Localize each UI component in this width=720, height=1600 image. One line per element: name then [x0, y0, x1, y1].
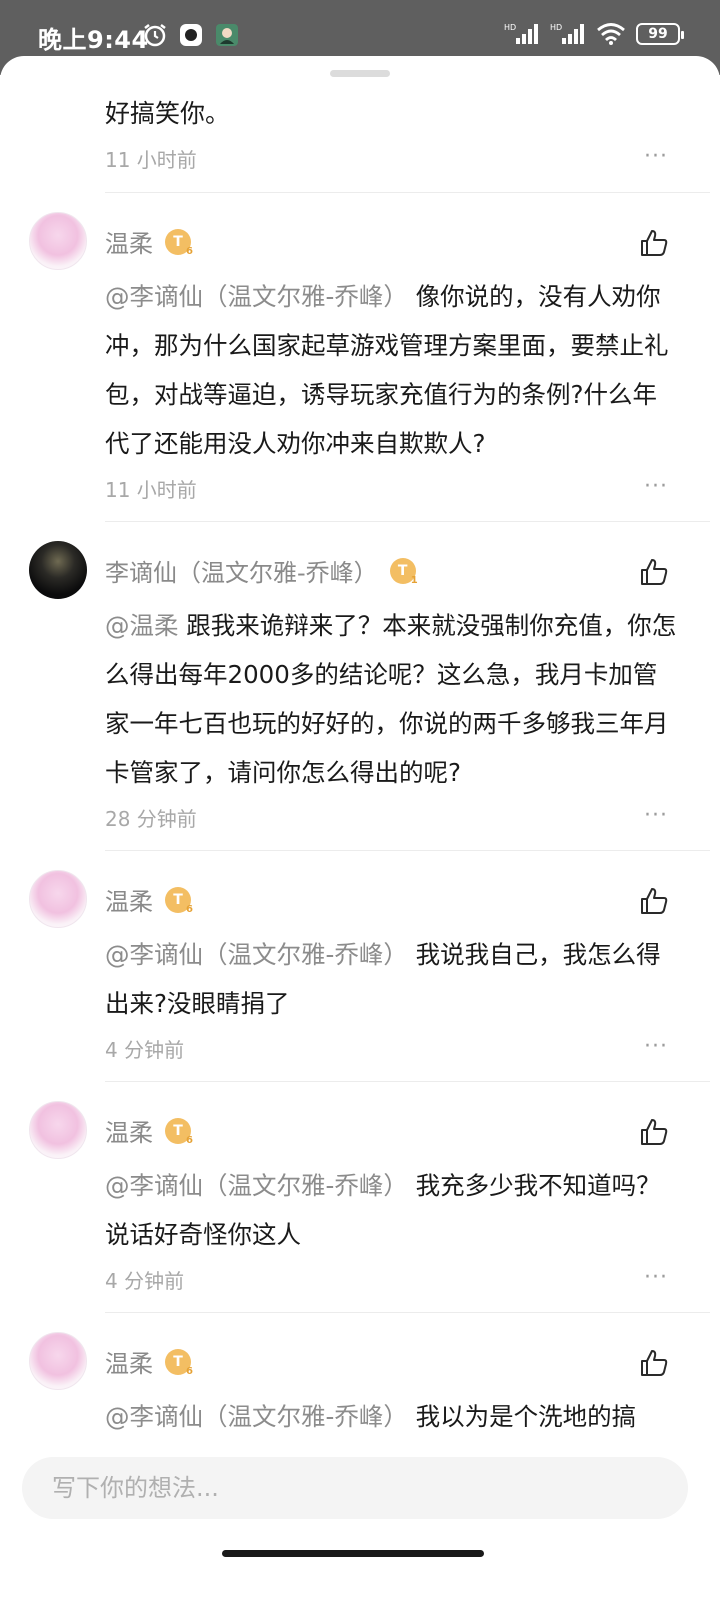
thumbs-up-icon[interactable] [639, 228, 669, 258]
avatar[interactable] [29, 541, 87, 599]
thumbs-up-icon[interactable] [639, 1348, 669, 1378]
thumbs-up-icon[interactable] [639, 886, 669, 916]
level-badge-icon: T1 [389, 557, 418, 586]
thumbs-up-icon[interactable] [639, 1117, 669, 1147]
username[interactable]: 温柔 [105, 882, 153, 917]
mention-link[interactable]: @李谪仙（温文尔雅-乔峰） [105, 940, 408, 969]
status-right: HD HD 99 [504, 22, 684, 46]
comment-header: 李谪仙（温文尔雅-乔峰） T1 [105, 553, 418, 588]
username[interactable]: 温柔 [105, 224, 153, 259]
previous-comment-time: 11 小时前 [105, 148, 197, 172]
badge-letter: T [173, 1353, 183, 1370]
alarm-icon [144, 24, 166, 47]
avatar[interactable] [29, 870, 87, 928]
username[interactable]: 李谪仙（温文尔雅-乔峰） [105, 553, 378, 588]
comment-header: 温柔 T6 [105, 224, 193, 259]
comment-body: @李谪仙（温文尔雅-乔峰） 我充多少我不知道吗？说话好奇怪你这人 [105, 1161, 680, 1259]
username[interactable]: 温柔 [105, 1113, 153, 1148]
comment-time: 28 分钟前 [105, 807, 197, 831]
comment-body: @李谪仙（温文尔雅-乔峰） 我说我自己，我怎么得出来?没眼睛捐了 [105, 930, 680, 1028]
mention-link[interactable]: @李谪仙（温文尔雅-乔峰） [105, 1171, 408, 1200]
divider [105, 1081, 710, 1082]
badge-level: 6 [186, 1365, 193, 1377]
home-indicator[interactable] [222, 1550, 484, 1557]
more-options-button[interactable]: ··· [644, 1036, 668, 1058]
mention-link[interactable]: @李谪仙（温文尔雅-乔峰） [105, 282, 408, 311]
comment-header: 温柔 T6 [105, 1113, 193, 1148]
badge-level: 6 [186, 903, 193, 915]
level-badge-icon: T6 [165, 228, 193, 257]
svg-text:HD: HD [504, 23, 516, 32]
badge-letter: T [173, 891, 183, 908]
comment-header: 温柔 T6 [105, 1344, 193, 1379]
wifi-icon [597, 23, 625, 45]
mention-link[interactable]: @李谪仙（温文尔雅-乔峰） [105, 1402, 408, 1431]
avatar-notification-icon [216, 24, 238, 46]
badge-letter: T [173, 1122, 183, 1139]
badge-level: 6 [186, 245, 193, 257]
divider [105, 521, 710, 522]
badge-letter: T [173, 233, 183, 250]
comment-input-bar: 写下你的想法... [0, 1434, 720, 1600]
avatar[interactable] [29, 1332, 87, 1390]
avatar[interactable] [29, 1101, 87, 1159]
level-badge-icon: T6 [165, 886, 193, 915]
svg-text:HD: HD [550, 23, 562, 32]
divider [105, 192, 710, 193]
comment-body: @温柔 跟我来诡辩来了？本来就没强制你充值，你怎么得出每年2000多的结论呢？这… [105, 601, 680, 797]
comment-time: 4 分钟前 [105, 1038, 185, 1062]
signal-icon-2: HD [550, 23, 584, 44]
comment-text: 跟我来诡辩来了？本来就没强制你充值，你怎么得出每年2000多的结论呢？这么急，我… [105, 611, 677, 787]
more-options-button[interactable]: ··· [644, 805, 668, 827]
badge-letter: T [397, 562, 408, 579]
level-badge-icon: T6 [165, 1348, 193, 1377]
divider [105, 1312, 710, 1313]
level-badge-icon: T6 [165, 1117, 193, 1146]
more-options-button[interactable]: ··· [644, 476, 668, 498]
more-options-button[interactable]: ··· [644, 1267, 668, 1289]
divider [105, 850, 710, 851]
signal-icon: HD [504, 23, 538, 44]
comment-header: 温柔 T6 [105, 882, 193, 917]
battery-icon: 99 [636, 23, 684, 45]
comment-body: @李谪仙（温文尔雅-乔峰） 像你说的，没有人劝你冲，那为什么国家起草游戏管理方案… [105, 272, 680, 468]
mention-link[interactable]: @温柔 [105, 611, 179, 640]
comment-time: 11 小时前 [105, 478, 197, 502]
app-notification-icon [180, 24, 202, 46]
comment-input[interactable]: 写下你的想法... [22, 1457, 688, 1519]
comment-sheet: 好搞笑你。 11 小时前 ··· 温柔 T6 @李谪仙（温文尔雅-乔峰） 像你说… [0, 56, 720, 1600]
previous-comment-text: 好搞笑你。 [105, 99, 231, 128]
badge-level: 6 [186, 1134, 193, 1146]
status-left-icons [142, 22, 240, 48]
comment-text: 我以为是个洗地的搞 [415, 1402, 637, 1431]
avatar[interactable] [29, 212, 87, 270]
thumbs-up-icon[interactable] [639, 557, 669, 587]
comment-time: 4 分钟前 [105, 1269, 185, 1293]
status-time: 晚上9:44 [38, 26, 149, 54]
badge-level: 1 [410, 574, 418, 586]
battery-level: 99 [648, 26, 668, 42]
comment-list[interactable]: 好搞笑你。 11 小时前 ··· 温柔 T6 @李谪仙（温文尔雅-乔峰） 像你说… [0, 56, 720, 1466]
username[interactable]: 温柔 [105, 1344, 153, 1379]
more-options-button[interactable]: ··· [644, 146, 668, 168]
